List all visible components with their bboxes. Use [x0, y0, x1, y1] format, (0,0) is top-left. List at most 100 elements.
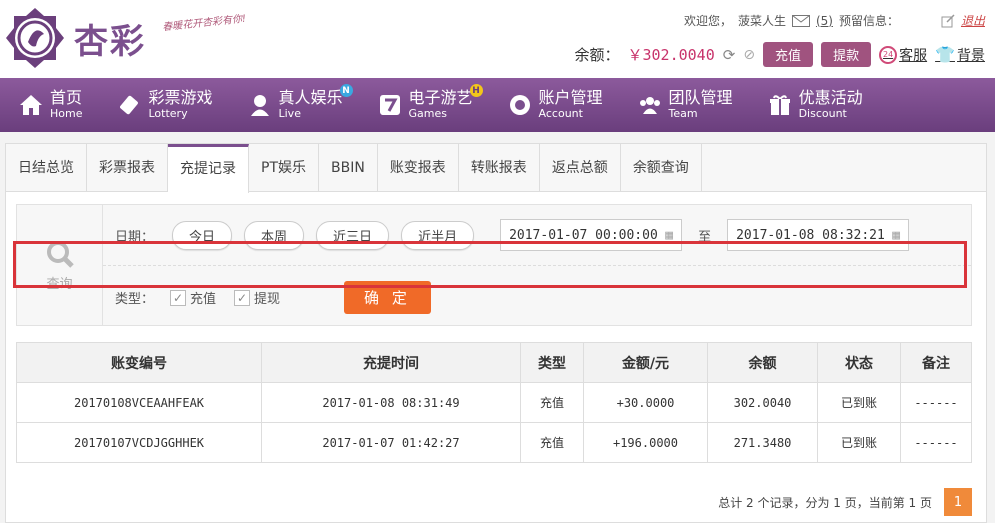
today-button[interactable]: 今日: [172, 220, 233, 250]
tab-pt[interactable]: PT娱乐: [249, 144, 319, 191]
to-label: 至: [698, 229, 712, 245]
record-status: 已到账: [817, 382, 901, 423]
brand-name: 杏彩: [74, 22, 146, 62]
report-tabs: 日结总览 彩票报表 充提记录 PT娱乐 BBIN 账变报表 转账报表 返点总额 …: [6, 144, 986, 193]
nav-lottery[interactable]: 彩票游戏 Lottery: [98, 78, 228, 132]
username[interactable]: 菠菜人生: [738, 12, 786, 29]
account-icon: [507, 92, 533, 118]
nav-label-en: Team: [668, 107, 698, 120]
search-icon: [46, 240, 74, 268]
last-half-month-button[interactable]: 近半月: [401, 220, 475, 250]
new-badge: N: [339, 84, 353, 97]
checkmark-icon: ✓: [234, 289, 251, 306]
calendar-icon[interactable]: ▦: [665, 228, 673, 243]
tab-bbin[interactable]: BBIN: [319, 144, 378, 191]
nav-label-zh: 团队管理: [668, 88, 733, 107]
recharge-checkbox-label: 充值: [190, 292, 217, 307]
end-date-value: 2017-01-08 08:32:21: [736, 227, 885, 243]
record-type: 充值: [520, 382, 584, 423]
team-icon: [637, 92, 663, 118]
lottery-icon: [116, 92, 142, 118]
reserve-info-label: 预留信息：: [838, 14, 899, 28]
checkmark-icon: ✓: [170, 289, 187, 306]
last-three-days-button[interactable]: 近三日: [316, 220, 390, 250]
user-info-bar: 欢迎您， 菠菜人生 (5) 预留信息： 退出: [684, 12, 985, 29]
calendar-icon[interactable]: ▦: [892, 228, 900, 243]
hide-balance-icon[interactable]: ⊘: [743, 47, 755, 63]
tab-deposit-withdraw[interactable]: 充提记录: [168, 144, 249, 193]
welcome-text: 欢迎您，: [683, 14, 732, 28]
record-status: 已到账: [817, 422, 901, 463]
tab-transfer[interactable]: 转账报表: [459, 144, 540, 191]
service-label: 客服: [899, 47, 928, 64]
record-amount: +30.0000: [583, 382, 708, 423]
record-id: 20170108VCEAAHFEAK: [16, 382, 262, 423]
date-row: 日期： 今日 本周 近三日 近半月 2017-01-07 00:00:00 ▦ …: [115, 219, 910, 251]
record-type: 充值: [520, 422, 584, 463]
service-link[interactable]: 24 客服: [879, 45, 927, 65]
recharge-button[interactable]: 充值: [763, 42, 814, 67]
col-balance-header: 余额: [707, 342, 818, 383]
nav-account[interactable]: 账户管理 Account: [489, 78, 619, 132]
confirm-button[interactable]: 确 定: [344, 281, 431, 314]
nav-label-zh: 优惠活动: [798, 88, 863, 107]
mail-icon[interactable]: [791, 14, 810, 27]
refresh-icon[interactable]: ⟳: [723, 46, 736, 64]
headset-icon: 24: [879, 45, 898, 64]
nav-label-en: Games: [408, 107, 447, 120]
shirt-icon: 👕: [935, 45, 955, 64]
nav-label-zh: 首页: [50, 88, 83, 107]
nav-discount[interactable]: 优惠活动 Discount: [749, 78, 879, 132]
table-row[interactable]: 20170108VCEAAHFEAK 2017-01-08 08:31:49 充…: [16, 382, 972, 423]
nav-live[interactable]: 真人娱乐 Live N: [229, 78, 359, 132]
top-header: 杏彩 春暖花开杏彩有你! 欢迎您， 菠菜人生 (5) 预留信息： 退出 余额： …: [0, 0, 995, 78]
tab-rebate[interactable]: 返点总额: [540, 144, 621, 191]
tab-lottery-report[interactable]: 彩票报表: [87, 144, 168, 191]
end-date-input[interactable]: 2017-01-08 08:32:21 ▦: [727, 219, 910, 251]
tab-balance-query[interactable]: 余额查询: [621, 144, 702, 191]
balance-label: 余额：: [574, 46, 620, 64]
nav-label-en: Account: [538, 107, 583, 120]
nav-games[interactable]: 电子游艺 Games H: [359, 78, 489, 132]
recharge-checkbox[interactable]: ✓ 充值: [170, 288, 216, 307]
query-form: 查询 日期： 今日 本周 近三日 近半月 2017-01-07 00:00:00…: [16, 204, 972, 326]
logo-icon[interactable]: [4, 6, 66, 70]
type-row: 类型： ✓ 充值 ✓ 提现 确 定: [115, 281, 431, 314]
start-date-input[interactable]: 2017-01-07 00:00:00 ▦: [500, 219, 683, 251]
nav-team[interactable]: 团队管理 Team: [619, 78, 749, 132]
withdraw-checkbox[interactable]: ✓ 提现: [234, 288, 280, 307]
date-label: 日期：: [115, 229, 155, 245]
withdraw-button[interactable]: 提款: [821, 42, 872, 67]
col-time-header: 充提时间: [261, 342, 521, 383]
this-week-button[interactable]: 本周: [244, 220, 305, 250]
record-note: ------: [900, 382, 972, 423]
nav-label-en: Discount: [798, 107, 847, 120]
table-row[interactable]: 20170107VCDJGGHHEK 2017-01-07 01:42:27 充…: [16, 422, 972, 463]
start-date-value: 2017-01-07 00:00:00: [509, 227, 658, 243]
col-note-header: 备注: [900, 342, 972, 383]
record-balance: 302.0040: [707, 382, 818, 423]
main-nav: 首页 Home 彩票游戏 Lottery 真人娱乐 Live N 电子游艺 Games …: [0, 78, 995, 132]
background-link[interactable]: 👕 背景: [935, 45, 985, 65]
record-amount: +196.0000: [583, 422, 708, 463]
logout-link[interactable]: 退出: [961, 12, 985, 29]
col-id-header: 账变编号: [16, 342, 262, 383]
games-icon: [377, 92, 403, 118]
nav-home[interactable]: 首页 Home: [0, 78, 98, 132]
live-icon: [247, 92, 273, 118]
edit-icon[interactable]: [941, 13, 955, 28]
col-type-header: 类型: [520, 342, 584, 383]
tab-daily-summary[interactable]: 日结总览: [6, 144, 87, 191]
home-icon: [18, 92, 44, 118]
page-button-current[interactable]: 1: [944, 488, 972, 516]
col-amount-header: 金额/元: [583, 342, 708, 383]
record-balance: 271.3480: [707, 422, 818, 463]
record-time: 2017-01-08 08:31:49: [261, 382, 521, 423]
nav-label-zh: 电子游艺: [408, 88, 473, 107]
tab-account-change[interactable]: 账变报表: [378, 144, 459, 191]
nav-label-zh: 真人娱乐: [278, 88, 343, 107]
mail-count[interactable]: (5): [816, 14, 833, 28]
record-time: 2017-01-07 01:42:27: [261, 422, 521, 463]
nav-label-en: Home: [50, 107, 83, 120]
nav-label-en: Lottery: [148, 107, 188, 120]
